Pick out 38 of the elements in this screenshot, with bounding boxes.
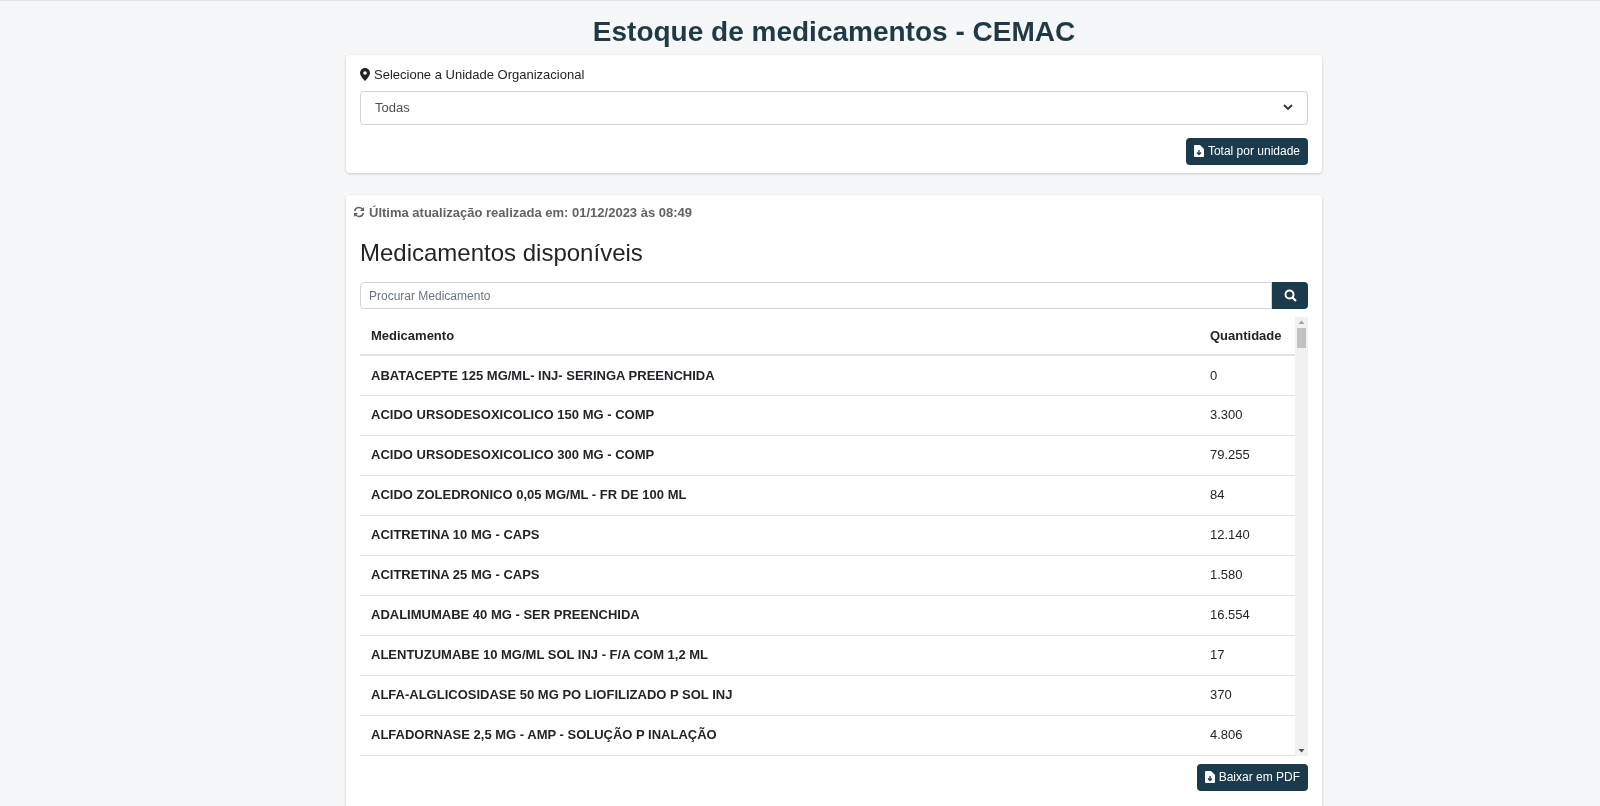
file-download-icon [1193,145,1204,157]
medication-name: ALFA-ALGLICOSIDASE 50 MG PO LIOFILIZADO P SOL INJ [360,675,1199,715]
quantity-cell: 370 [1199,675,1295,715]
quantity-cell: 0 [1199,355,1295,395]
page-title: Estoque de medicamentos - CEMAC [591,15,1077,49]
total-per-unit-button[interactable]: Total por unidade [1185,137,1308,165]
medication-name: ACIDO URSODESOXICOLICO 150 MG - COMP [360,395,1199,435]
search-icon [1283,289,1297,302]
column-header: Medicamento [360,317,1199,355]
refresh-icon [353,206,365,219]
unit-select[interactable]: Todas [360,90,1308,125]
medication-name: ADALIMUMABE 40 MG - SER PREENCHIDA [360,595,1199,635]
search-button[interactable] [1272,282,1308,309]
filter-label: Selecione a Unidade Organizacional [374,66,585,84]
quantity-cell: 1.580 [1199,555,1295,595]
quantity-cell: 12.140 [1199,515,1295,555]
medication-name: ALENTUZUMABE 10 MG/ML SOL INJ - F/A COM 1,2 ML [360,635,1199,675]
last-update-text: Última atualização realizada em: 01/12/2023 às 08:49 [369,203,693,222]
quantity-cell: 3.300 [1199,395,1295,435]
column-header: Quantidade [1199,317,1295,355]
chevron-down-icon [1283,104,1293,111]
medication-name: ABATACEPTE 125 MG/ML- INJ- SERINGA PREENCHIDA [360,355,1199,395]
medication-name: ACIDO URSODESOXICOLICO 300 MG - COMP [360,435,1199,475]
search-field[interactable]: Procurar Medicamento [360,282,1272,309]
medication-name: ACITRETINA 10 MG - CAPS [360,515,1199,555]
quantity-cell: 4.806 [1199,715,1295,755]
download-pdf-button[interactable]: Baixar em PDF [1196,763,1308,791]
map-pin-icon [360,68,370,82]
file-download-icon [1204,771,1215,783]
section-heading: Medicamentos disponíveis [360,238,644,268]
quantity-cell: 17 [1199,635,1295,675]
scrollbar-thumb[interactable] [1297,328,1306,348]
quantity-cell: 84 [1199,475,1295,515]
medication-name: ACIDO ZOLEDRONICO 0,05 MG/ML - FR DE 100 ML [360,475,1199,515]
medication-name: ACITRETINA 25 MG - CAPS [360,555,1199,595]
quantity-cell: 16.554 [1199,595,1295,635]
medication-name: ALFADORNASE 2,5 MG - AMP - SOLUÇÃO P INALAÇÃO [360,715,1199,755]
quantity-cell: 79.255 [1199,435,1295,475]
